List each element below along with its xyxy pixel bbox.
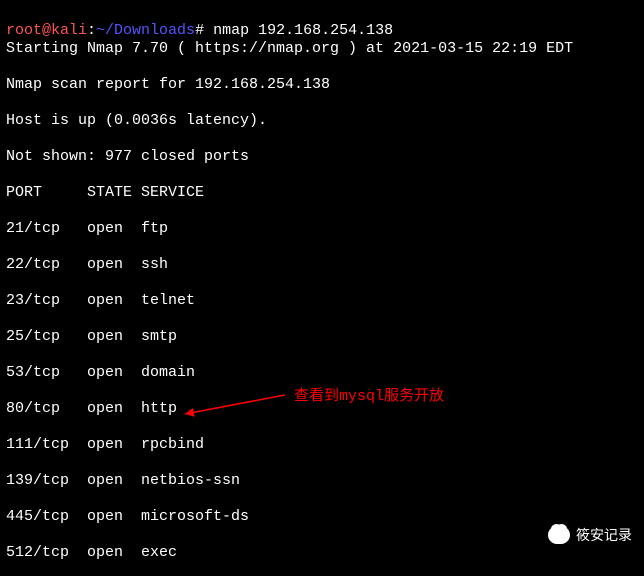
prompt-hash: #	[195, 22, 204, 39]
watermark-text: 筱安记录	[576, 526, 632, 544]
output-line: Nmap scan report for 192.168.254.138	[6, 76, 638, 94]
output-line: Host is up (0.0036s latency).	[6, 112, 638, 130]
output-port-row: 111/tcp open rpcbind	[6, 436, 638, 454]
terminal-window[interactable]: root@kali:~/Downloads# nmap 192.168.254.…	[0, 0, 644, 576]
annotation-text: 查看到mysql服务开放	[294, 388, 444, 406]
output-port-row: 53/tcp open domain	[6, 364, 638, 382]
prompt-colon: :	[87, 22, 96, 39]
output-port-row: 512/tcp open exec	[6, 544, 638, 562]
output-table-header: PORT STATE SERVICE	[6, 184, 638, 202]
output-line: Not shown: 977 closed ports	[6, 148, 638, 166]
output-port-row: 22/tcp open ssh	[6, 256, 638, 274]
command-text: nmap 192.168.254.138	[213, 22, 393, 39]
output-port-row: 139/tcp open netbios-ssn	[6, 472, 638, 490]
output-port-row: 23/tcp open telnet	[6, 292, 638, 310]
output-port-row: 445/tcp open microsoft-ds	[6, 508, 638, 526]
output-port-row: 25/tcp open smtp	[6, 328, 638, 346]
watermark: 筱安记录	[548, 526, 632, 544]
wechat-icon	[548, 526, 570, 544]
output-port-row: 21/tcp open ftp	[6, 220, 638, 238]
output-line: Starting Nmap 7.70 ( https://nmap.org ) …	[6, 40, 638, 58]
prompt-path: ~/Downloads	[96, 22, 195, 39]
prompt-user: root@kali	[6, 22, 87, 39]
